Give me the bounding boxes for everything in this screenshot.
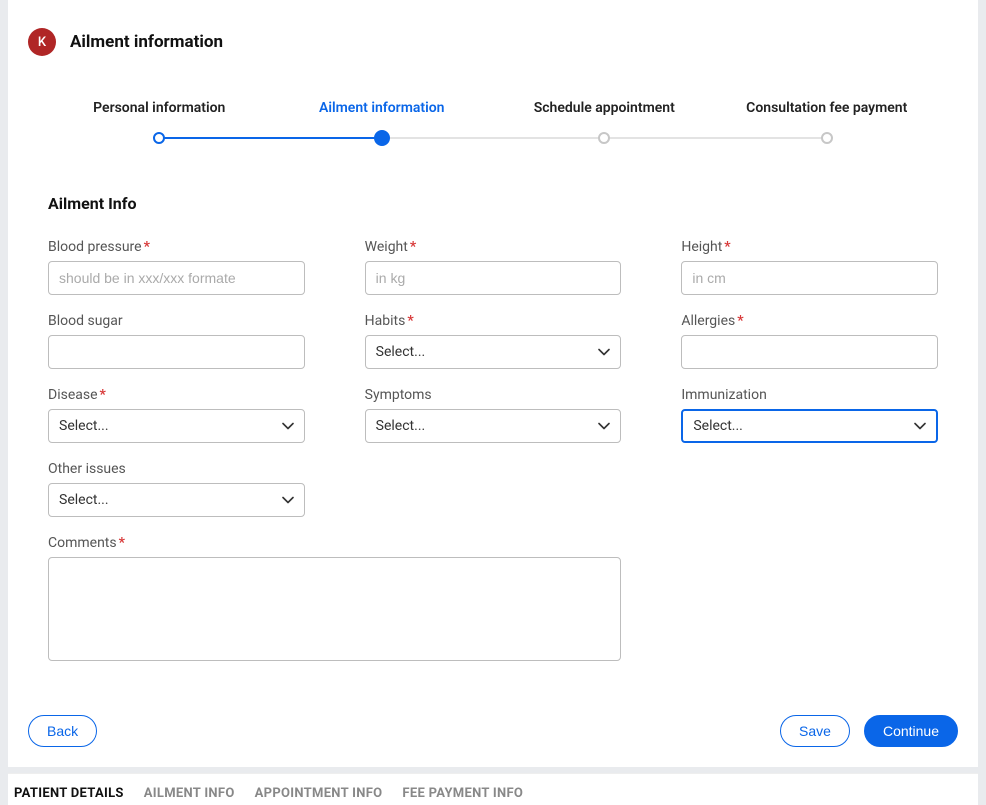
tab-appointment-info[interactable]: APPOINTMENT INFO <box>255 782 383 805</box>
label-blood-pressure: Blood pressure* <box>48 239 305 255</box>
stepper: Personal information Ailment information… <box>48 100 938 146</box>
spacer <box>365 461 622 517</box>
avatar-initial: K <box>38 35 46 50</box>
form-section: Ailment Info Blood pressure* Weight* Hei… <box>8 146 978 665</box>
form-grid: Blood pressure* Weight* Height* Blood su… <box>48 239 938 665</box>
label-height: Height* <box>681 239 938 255</box>
section-title: Ailment Info <box>48 194 938 213</box>
step-dot-3 <box>598 132 610 144</box>
label-immunization: Immunization <box>681 387 938 403</box>
field-symptoms: Symptoms Select... <box>365 387 622 443</box>
select-disease-text: Select... <box>59 418 109 434</box>
tab-patient-details[interactable]: PATIENT DETAILS <box>14 782 124 805</box>
select-other-issues[interactable]: Select... <box>48 483 305 517</box>
field-blood-pressure: Blood pressure* <box>48 239 305 295</box>
header: K Ailment information <box>8 0 978 56</box>
chevron-down-icon <box>282 420 294 432</box>
label-disease: Disease* <box>48 387 305 403</box>
back-button[interactable]: Back <box>28 715 97 747</box>
step-personal-information[interactable]: Personal information <box>48 100 271 116</box>
step-dot-1 <box>153 132 165 144</box>
step-ailment-information[interactable]: Ailment information <box>271 100 494 116</box>
step-schedule-appointment[interactable]: Schedule appointment <box>493 100 716 116</box>
save-button[interactable]: Save <box>780 715 850 747</box>
label-habits: Habits* <box>365 313 622 329</box>
select-other-issues-text: Select... <box>59 492 109 508</box>
chevron-down-icon <box>282 494 294 506</box>
bottom-tabs: PATIENT DETAILS AILMENT INFO APPOINTMENT… <box>8 773 978 805</box>
label-comments: Comments* <box>48 535 621 551</box>
select-immunization[interactable]: Select... <box>681 409 938 443</box>
footer-buttons: Back Save Continue <box>8 665 978 747</box>
page-title: Ailment information <box>70 32 223 52</box>
field-allergies: Allergies* <box>681 313 938 369</box>
field-immunization: Immunization Select... <box>681 387 938 443</box>
field-height: Height* <box>681 239 938 295</box>
right-buttons: Save Continue <box>780 715 958 747</box>
select-habits-text: Select... <box>376 344 426 360</box>
select-disease[interactable]: Select... <box>48 409 305 443</box>
input-blood-pressure[interactable] <box>48 261 305 295</box>
chevron-down-icon <box>914 420 926 432</box>
main-card: K Ailment information Personal informati… <box>8 0 978 767</box>
input-allergies[interactable] <box>681 335 938 369</box>
select-habits[interactable]: Select... <box>365 335 622 369</box>
label-symptoms: Symptoms <box>365 387 622 403</box>
continue-button[interactable]: Continue <box>864 715 958 747</box>
input-weight[interactable] <box>365 261 622 295</box>
select-immunization-text: Select... <box>693 418 743 434</box>
spacer <box>681 461 938 517</box>
step-consultation-fee-payment[interactable]: Consultation fee payment <box>716 100 939 116</box>
tab-fee-payment-info[interactable]: FEE PAYMENT INFO <box>402 782 523 805</box>
select-symptoms[interactable]: Select... <box>365 409 622 443</box>
label-other-issues: Other issues <box>48 461 305 477</box>
label-weight: Weight* <box>365 239 622 255</box>
textarea-comments[interactable] <box>48 557 621 661</box>
step-dot-2 <box>374 130 390 146</box>
field-blood-sugar: Blood sugar <box>48 313 305 369</box>
field-weight: Weight* <box>365 239 622 295</box>
field-disease: Disease* Select... <box>48 387 305 443</box>
chevron-down-icon <box>598 420 610 432</box>
label-allergies: Allergies* <box>681 313 938 329</box>
field-habits: Habits* Select... <box>365 313 622 369</box>
label-blood-sugar: Blood sugar <box>48 313 305 329</box>
chevron-down-icon <box>598 346 610 358</box>
step-dot-4 <box>821 132 833 144</box>
step-labels: Personal information Ailment information… <box>48 100 938 116</box>
avatar: K <box>28 28 56 56</box>
input-height[interactable] <box>681 261 938 295</box>
tab-ailment-info[interactable]: AILMENT INFO <box>144 782 235 805</box>
track-line-done <box>159 137 382 139</box>
input-blood-sugar[interactable] <box>48 335 305 369</box>
field-comments: Comments* <box>48 535 621 665</box>
field-other-issues: Other issues Select... <box>48 461 305 517</box>
select-symptoms-text: Select... <box>376 418 426 434</box>
step-track <box>48 130 938 146</box>
